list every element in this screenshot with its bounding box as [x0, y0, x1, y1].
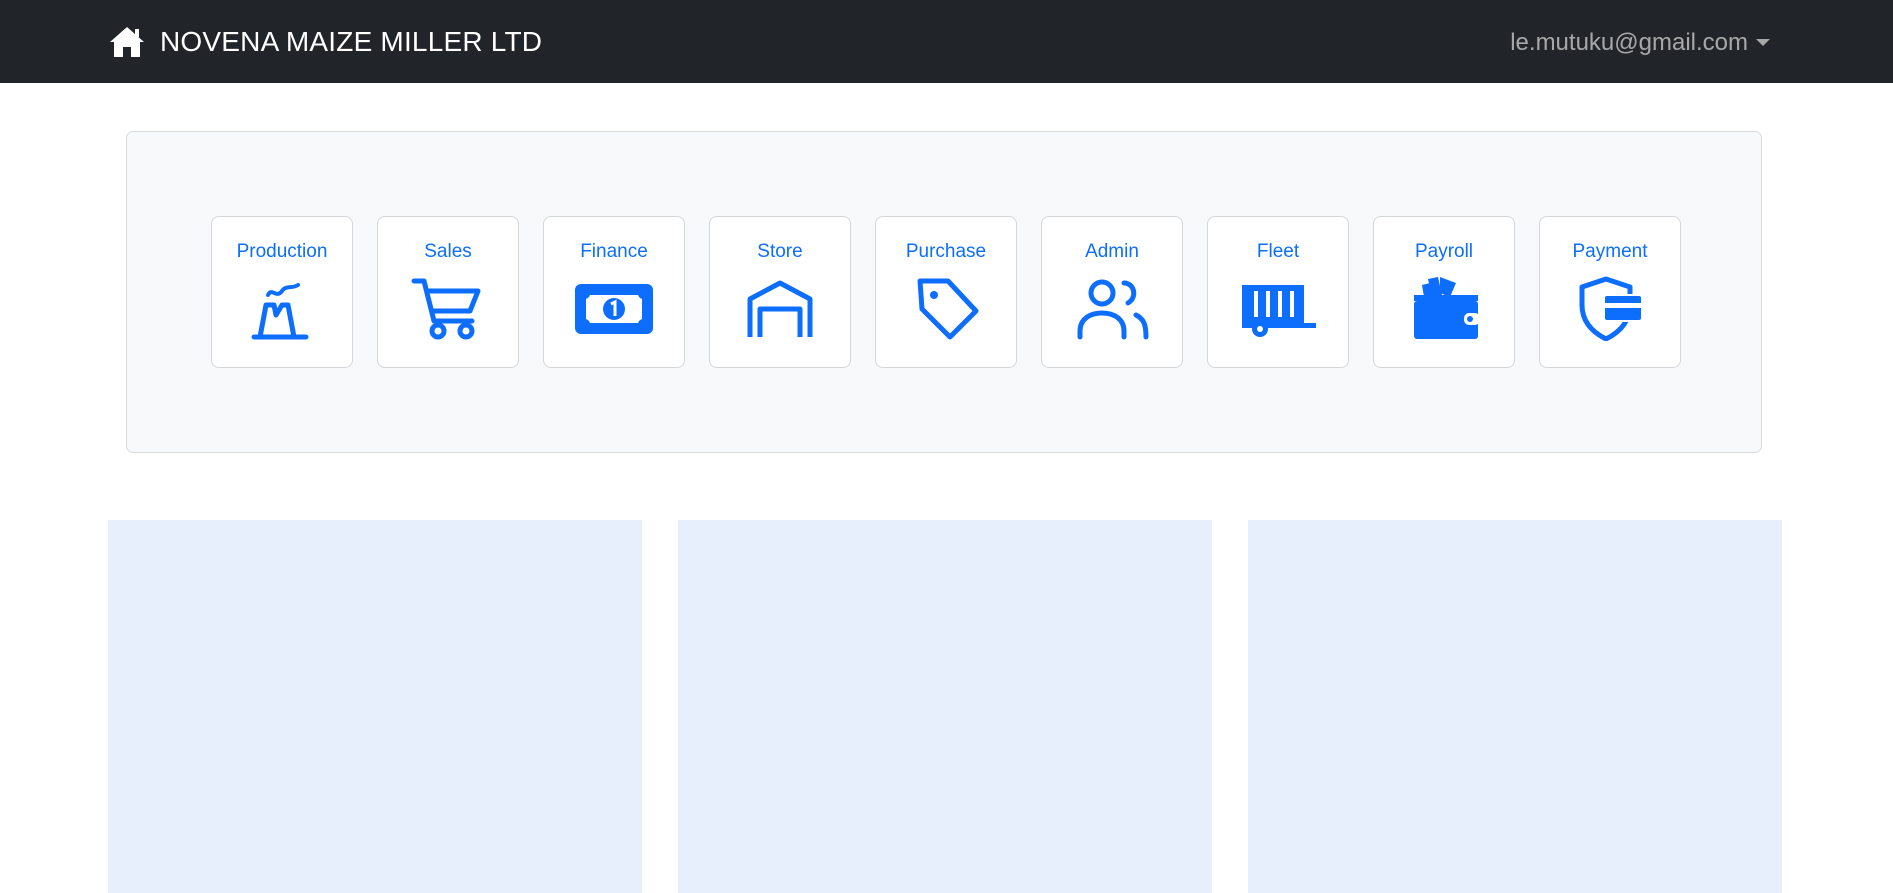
- users-icon: [1072, 275, 1152, 341]
- dashboard-tile: [1248, 520, 1782, 893]
- dashboard-tile: [678, 520, 1212, 893]
- module-card-finance[interactable]: Finance: [543, 216, 685, 368]
- module-label: Payment: [1572, 241, 1648, 262]
- module-card-fleet[interactable]: Fleet: [1207, 216, 1349, 368]
- module-label: Sales: [424, 241, 472, 262]
- shield-card-icon: [1570, 275, 1650, 341]
- tag-icon: [906, 275, 986, 341]
- user-email: le.mutuku@gmail.com: [1510, 29, 1748, 56]
- module-card-store[interactable]: Store: [709, 216, 851, 368]
- module-card-admin[interactable]: Admin: [1041, 216, 1183, 368]
- brand-link[interactable]: NOVENA MAIZE MILLER LTD: [108, 20, 542, 64]
- banknote-icon: [574, 275, 654, 341]
- dashboard-tile: [108, 520, 642, 893]
- top-navbar: NOVENA MAIZE MILLER LTD le.mutuku@gmail.…: [0, 0, 1893, 83]
- module-label: Production: [236, 241, 328, 262]
- module-card-purchase[interactable]: Purchase: [875, 216, 1017, 368]
- module-card-payroll[interactable]: Payroll: [1373, 216, 1515, 368]
- module-label: Fleet: [1256, 241, 1300, 262]
- module-label: Admin: [1085, 241, 1139, 262]
- user-dropdown[interactable]: le.mutuku@gmail.com: [1510, 26, 1770, 60]
- warehouse-icon: [740, 275, 820, 341]
- module-label: Purchase: [905, 241, 987, 262]
- module-label: Store: [757, 241, 803, 262]
- home-icon: [110, 27, 144, 57]
- module-card-payment[interactable]: Payment: [1539, 216, 1681, 368]
- wallet-icon: [1404, 275, 1484, 341]
- cart-icon: [408, 275, 488, 341]
- module-label: Finance: [580, 241, 648, 262]
- module-card-sales[interactable]: Sales: [377, 216, 519, 368]
- module-card-production[interactable]: Production: [211, 216, 353, 368]
- brand-name: NOVENA MAIZE MILLER LTD: [160, 26, 543, 57]
- module-label: Payroll: [1414, 241, 1474, 262]
- caret-down-icon: [1756, 38, 1770, 46]
- truck-icon: [1238, 275, 1318, 341]
- factory-icon: [242, 275, 322, 341]
- modules-panel: Production Sales Finance Store Purchase …: [126, 131, 1762, 453]
- modules-row: Production Sales Finance Store Purchase …: [211, 216, 1681, 368]
